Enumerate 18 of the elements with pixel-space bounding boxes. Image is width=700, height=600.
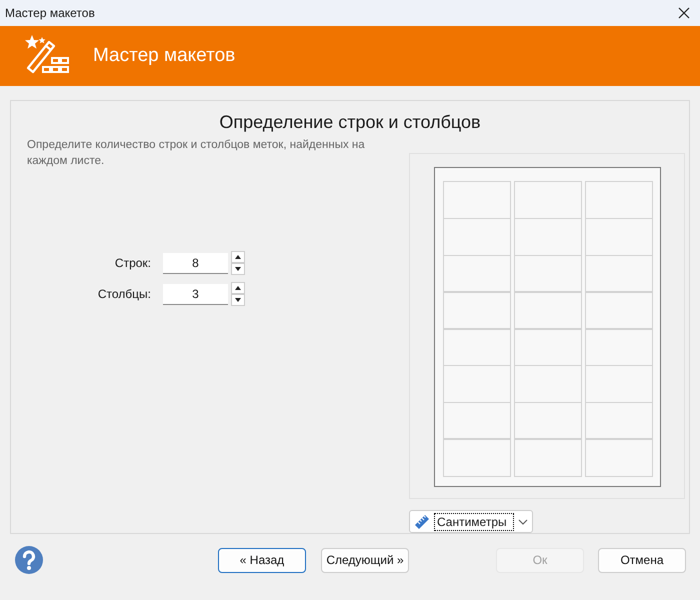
- header-title: Мастер макетов: [93, 45, 236, 67]
- description-text: Определите количество строк и столбцов меток, найденных на каждом листе.: [27, 138, 366, 169]
- number-field[interactable]: 8: [163, 252, 228, 274]
- help-icon[interactable]: [14, 545, 44, 575]
- page-heading: Определение строк и столбцов: [218, 111, 482, 134]
- field-label: Столбцы:: [96, 287, 152, 301]
- dialog-button[interactable]: « Назад: [218, 548, 306, 572]
- ruler-icon: [414, 514, 430, 530]
- window-title: Мастер макетов: [5, 6, 95, 20]
- close-icon[interactable]: [678, 7, 690, 19]
- dialog-button[interactable]: Следующий »: [321, 548, 409, 572]
- spin-buttons[interactable]: [231, 282, 245, 306]
- number-field[interactable]: 3: [163, 284, 228, 304]
- field-label: Строк:: [114, 256, 152, 270]
- chevron-down-icon: [518, 518, 528, 524]
- spin-buttons[interactable]: [231, 251, 245, 275]
- units-dropdown[interactable]: Сантиметры: [409, 510, 533, 533]
- dialog-button[interactable]: Отмена: [598, 548, 686, 572]
